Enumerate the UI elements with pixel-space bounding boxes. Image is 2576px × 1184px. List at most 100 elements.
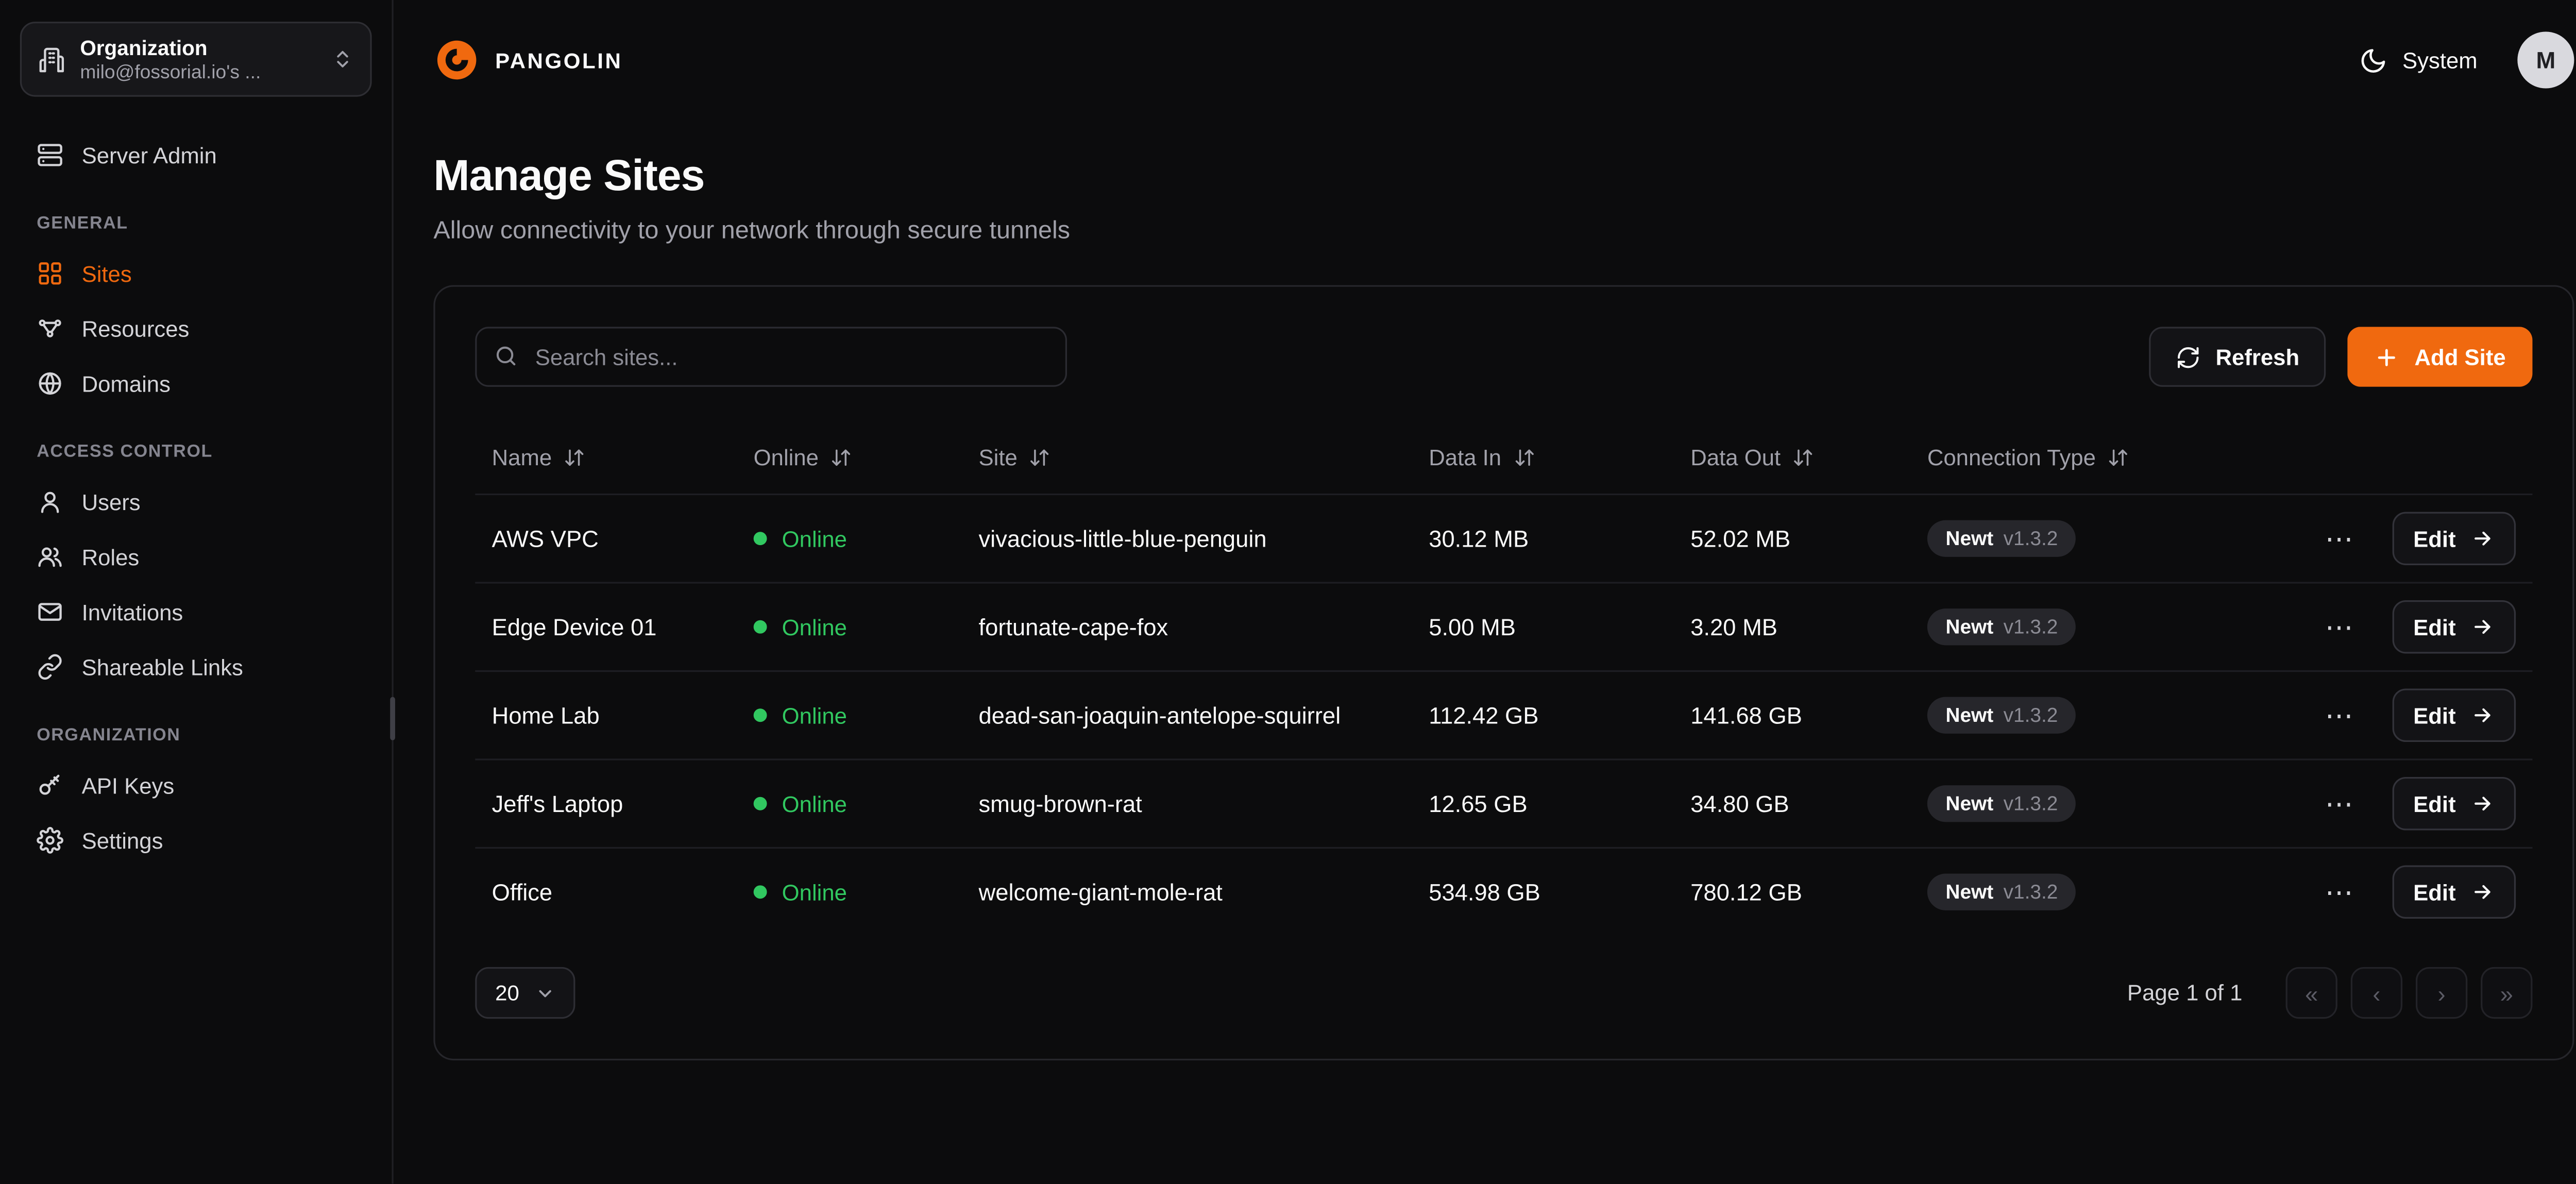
pager: Page 1 of 1 « ‹ › » — [2127, 967, 2533, 1019]
user-icon — [37, 488, 63, 515]
sidebar-item-label: Roles — [82, 545, 140, 570]
row-menu-button[interactable]: ⋯ — [2316, 521, 2361, 556]
moon-icon — [2359, 46, 2387, 74]
sidebar-item-roles[interactable]: Roles — [20, 530, 372, 584]
sidebar-item-server-admin[interactable]: Server Admin — [20, 128, 372, 182]
sidebar-item-invitations[interactable]: Invitations — [20, 585, 372, 639]
waypoints-icon — [37, 315, 63, 342]
column-header-data-out[interactable]: Data Out — [1690, 444, 1927, 469]
next-page-button[interactable]: › — [2416, 967, 2467, 1019]
column-header-online[interactable]: Online — [754, 444, 979, 469]
search-input[interactable] — [475, 327, 1067, 386]
edit-label: Edit — [2413, 614, 2456, 639]
org-selector[interactable]: Organization milo@fossorial.io's ... — [20, 22, 372, 97]
column-label: Site — [979, 444, 1018, 469]
first-page-button[interactable]: « — [2286, 967, 2337, 1019]
sidebar-item-label: Resources — [82, 316, 190, 341]
connection-type: Newt — [1945, 615, 1993, 638]
column-header-data-in[interactable]: Data In — [1429, 444, 1690, 469]
sidebar-item-api-keys[interactable]: API Keys — [20, 758, 372, 812]
column-label: Data Out — [1690, 444, 1781, 469]
column-label: Name — [492, 444, 552, 469]
site-name: AWS VPC — [492, 525, 754, 552]
table-row: Office Online welcome-giant-mole-rat 534… — [475, 847, 2532, 936]
site-connection: Newt v1.3.2 — [1927, 697, 2311, 734]
users-icon — [37, 544, 63, 570]
search-box — [475, 327, 1067, 386]
connection-type-badge: Newt v1.3.2 — [1927, 874, 2076, 910]
previous-page-button[interactable]: ‹ — [2351, 967, 2402, 1019]
sidebar-item-shareable-links[interactable]: Shareable Links — [20, 640, 372, 694]
edit-button[interactable]: Edit — [2392, 865, 2516, 919]
pangolin-logo-icon — [433, 37, 480, 83]
sidebar-resize-handle[interactable] — [390, 697, 395, 740]
page-size-value: 20 — [495, 980, 519, 1006]
site-status: Online — [754, 526, 979, 551]
sidebar-item-resources[interactable]: Resources — [20, 302, 372, 356]
site-connection: Newt v1.3.2 — [1927, 785, 2311, 822]
edit-button[interactable]: Edit — [2392, 512, 2516, 565]
page-subtitle: Allow connectivity to your network throu… — [433, 217, 2574, 245]
refresh-button[interactable]: Refresh — [2149, 327, 2326, 386]
sidebar-item-label: Sites — [82, 261, 132, 286]
column-header-name[interactable]: Name — [492, 444, 754, 469]
link-icon — [37, 654, 63, 681]
sidebar-item-label: API Keys — [82, 773, 175, 798]
sort-icon — [1792, 446, 1814, 468]
sidebar-item-users[interactable]: Users — [20, 475, 372, 529]
connection-type: Newt — [1945, 881, 1993, 904]
site-data-in: 30.12 MB — [1429, 525, 1690, 552]
sidebar: Organization milo@fossorial.io's ... Ser… — [0, 0, 394, 1184]
edit-label: Edit — [2413, 526, 2456, 551]
row-menu-button[interactable]: ⋯ — [2316, 786, 2361, 821]
sidebar-item-label: Server Admin — [82, 143, 217, 168]
sidebar-item-label: Shareable Links — [82, 654, 243, 680]
sidebar-item-settings[interactable]: Settings — [20, 814, 372, 867]
site-connection: Newt v1.3.2 — [1927, 874, 2311, 910]
theme-toggle[interactable]: System — [2359, 46, 2478, 74]
sort-icon — [1029, 446, 1050, 468]
row-menu-button[interactable]: ⋯ — [2316, 874, 2361, 909]
site-status: Online — [754, 879, 979, 905]
edit-button[interactable]: Edit — [2392, 688, 2516, 742]
site-data-in: 5.00 MB — [1429, 614, 1690, 640]
row-menu-button[interactable]: ⋯ — [2316, 610, 2361, 645]
sites-table-body: AWS VPC Online vivacious-little-blue-pen… — [475, 494, 2532, 936]
section-label-general: GENERAL — [37, 213, 355, 233]
site-slug: dead-san-joaquin-antelope-squirrel — [979, 702, 1429, 729]
row-actions: ⋯ Edit — [2311, 777, 2516, 831]
table-header: Name Online Site Data In — [475, 420, 2532, 493]
table-row: Edge Device 01 Online fortunate-cape-fox… — [475, 582, 2532, 670]
sidebar-item-domains[interactable]: Domains — [20, 357, 372, 411]
brand[interactable]: PANGOLIN — [433, 37, 622, 83]
site-status: Online — [754, 703, 979, 728]
site-data-out: 780.12 GB — [1690, 878, 1927, 905]
column-header-site[interactable]: Site — [979, 444, 1429, 469]
connection-type: Newt — [1945, 704, 1993, 727]
site-connection: Newt v1.3.2 — [1927, 608, 2311, 645]
column-label: Connection Type — [1927, 444, 2096, 469]
section-label-organization: ORGANIZATION — [37, 725, 355, 746]
sidebar-item-label: Domains — [82, 371, 171, 396]
row-menu-button[interactable]: ⋯ — [2316, 698, 2361, 733]
online-dot-icon — [754, 797, 767, 810]
gear-icon — [37, 827, 63, 854]
site-name: Home Lab — [492, 702, 754, 729]
sidebar-item-sites[interactable]: Sites — [20, 247, 372, 300]
plus-icon — [2375, 344, 2400, 369]
last-page-button[interactable]: » — [2481, 967, 2532, 1019]
edit-button[interactable]: Edit — [2392, 600, 2516, 654]
add-site-button[interactable]: Add Site — [2348, 327, 2532, 386]
chevrons-up-down-icon — [332, 48, 353, 70]
app-viewport: Organization milo@fossorial.io's ... Ser… — [0, 0, 2576, 1184]
sidebar-item-label: Settings — [82, 828, 163, 853]
column-label: Online — [754, 444, 819, 469]
column-header-connection-type[interactable]: Connection Type — [1927, 444, 2311, 469]
top-bar: PANGOLIN System M — [394, 0, 2576, 120]
site-name: Office — [492, 878, 754, 905]
edit-button[interactable]: Edit — [2392, 777, 2516, 831]
page-size-select[interactable]: 20 — [475, 967, 576, 1019]
status-label: Online — [782, 703, 847, 728]
building-icon — [38, 46, 65, 73]
avatar[interactable]: M — [2517, 31, 2574, 88]
